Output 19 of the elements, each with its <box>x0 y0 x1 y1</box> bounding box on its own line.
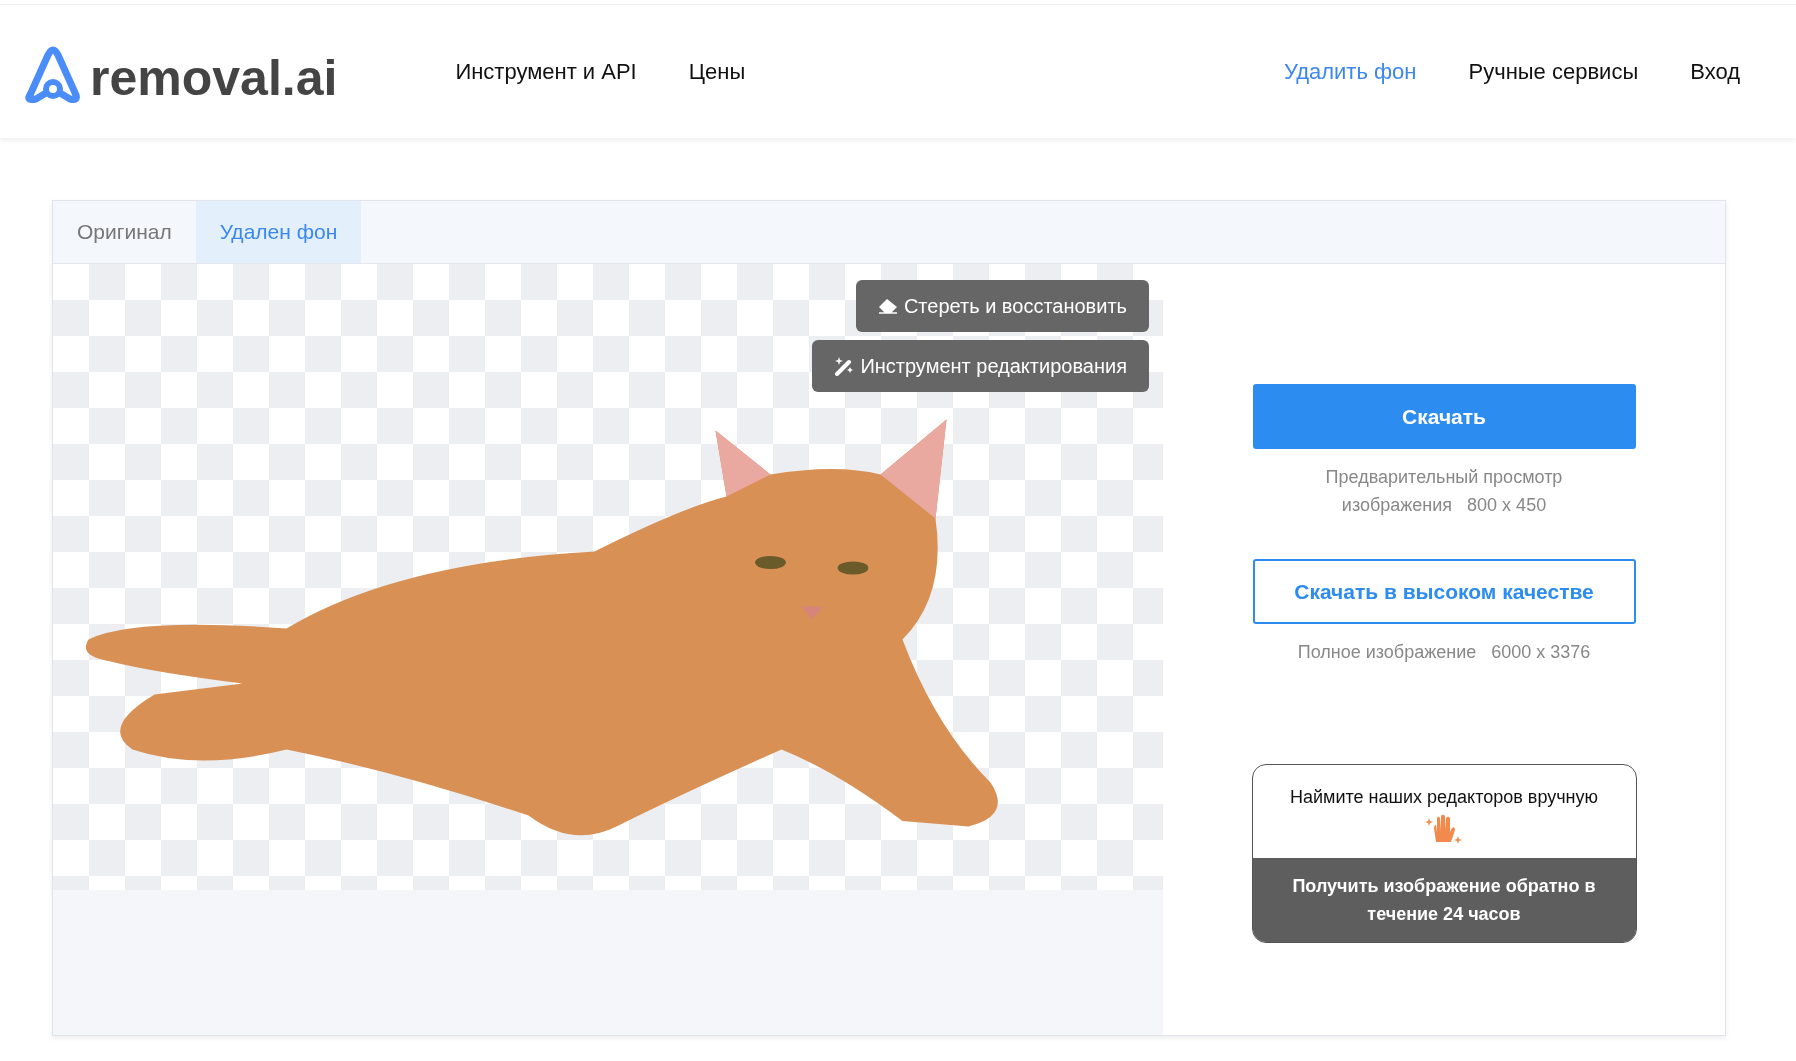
image-size-note: Предварительный просмотр изображения 800 x 450 <box>1324 466 1564 517</box>
hand-sparkle-icon <box>1424 812 1464 846</box>
tab[interactable]: Оригинал <box>53 201 196 263</box>
tab[interactable]: Удален фон <box>195 201 362 263</box>
nav-link[interactable]: Инструмент и API <box>455 58 637 85</box>
hire-action-button[interactable]: Получить изображение обратно в течение 24 часов <box>1252 858 1636 942</box>
nav-link[interactable]: Ручные сервисы <box>1468 58 1639 85</box>
magic-wand-icon <box>834 356 855 376</box>
nav-link[interactable]: Вход <box>1690 58 1740 85</box>
download-button[interactable]: Скачать в высоком качестве <box>1252 559 1636 624</box>
eraser-icon <box>877 298 898 314</box>
nav-link[interactable]: Удалить фон <box>1283 58 1417 85</box>
download-button[interactable]: Скачать <box>1252 384 1636 449</box>
edit-tool-button[interactable]: Инструмент редактирования <box>812 340 1149 392</box>
nav-link[interactable]: Цены <box>688 58 746 85</box>
hire-title: Наймите наших редакторов вручную <box>1289 787 1598 808</box>
logo-text[interactable]: removal.ai <box>90 52 338 103</box>
edit-tool-button[interactable]: Стереть и восстановить <box>855 280 1149 332</box>
image-size-note: Полное изображение 6000 x 3376 <box>1296 641 1592 664</box>
